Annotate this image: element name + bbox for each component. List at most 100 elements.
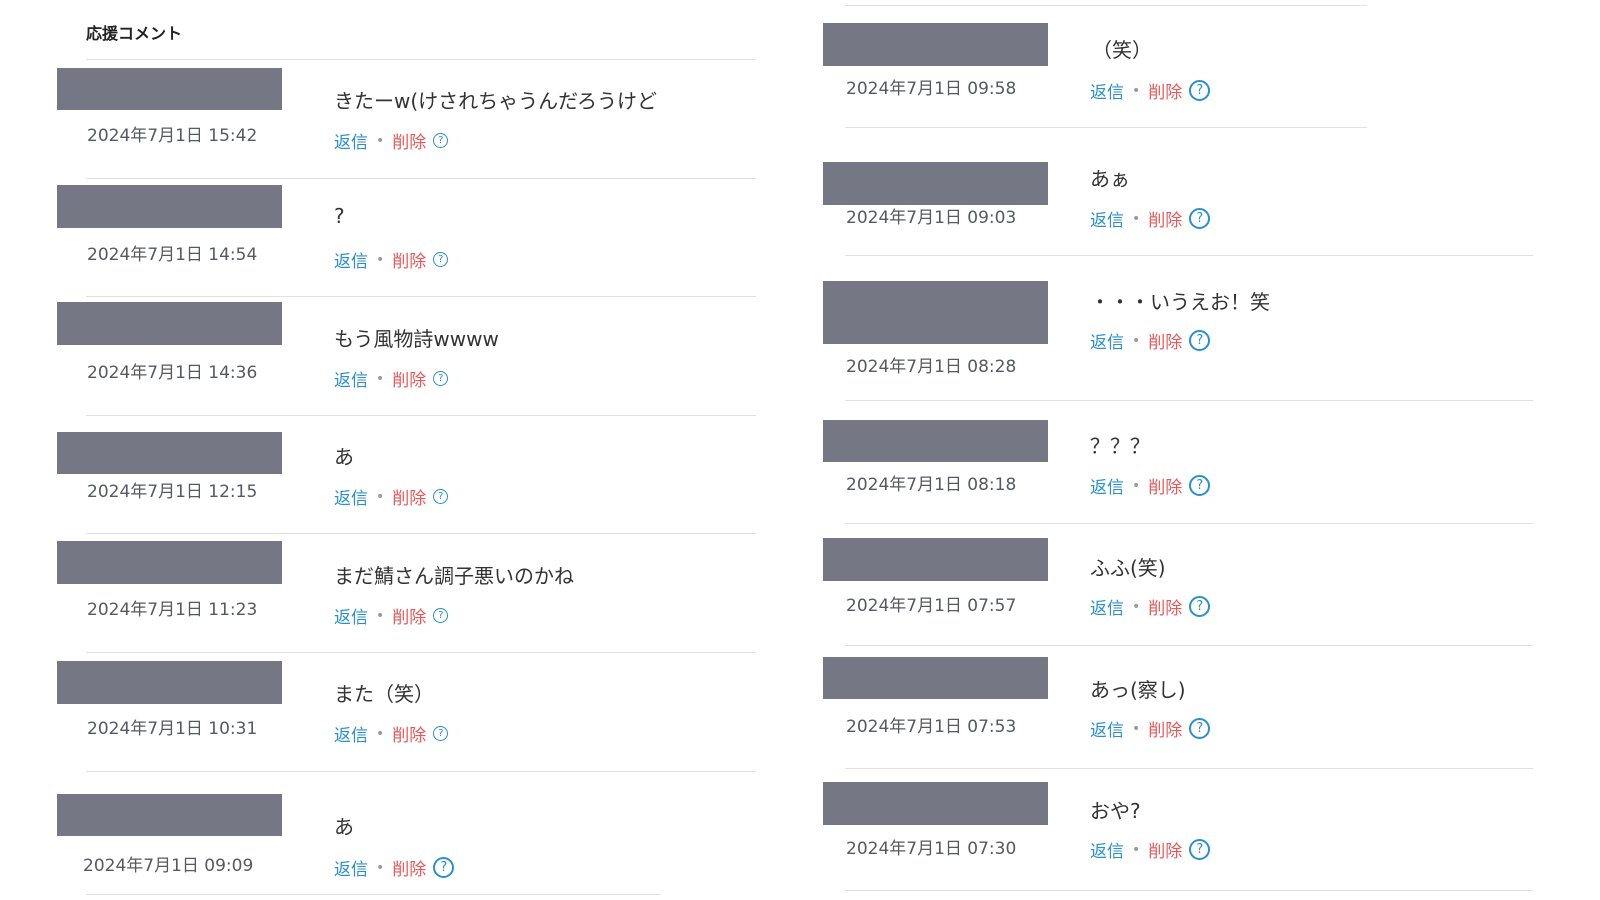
reply-link[interactable]: 返信 — [334, 247, 368, 272]
reply-link[interactable]: 返信 — [1090, 328, 1124, 353]
delete-link[interactable]: 削除 — [1148, 594, 1182, 619]
comment-date: 2024年7月1日 08:18 — [846, 475, 1017, 495]
help-icon[interactable]: ? — [433, 857, 455, 878]
comment-actions: 返信 • 削除 ? — [334, 484, 449, 509]
divider — [86, 296, 756, 297]
comment-text: あぁ — [1090, 167, 1130, 191]
delete-link[interactable]: 削除 — [392, 366, 426, 391]
help-icon[interactable]: ? — [433, 252, 449, 267]
divider — [86, 771, 756, 772]
delete-link[interactable]: 削除 — [1148, 837, 1182, 862]
redacted-user — [57, 68, 282, 110]
help-icon[interactable]: ? — [1189, 475, 1211, 496]
comment-actions: 返信 • 削除 ? — [334, 855, 455, 880]
redacted-user — [823, 657, 1048, 699]
comment-actions: 返信 • 削除 ? — [334, 721, 449, 746]
separator-dot: • — [1132, 82, 1141, 99]
help-icon[interactable]: ? — [1189, 839, 1211, 860]
delete-link[interactable]: 削除 — [392, 855, 426, 880]
redacted-user — [823, 420, 1048, 462]
reply-link[interactable]: 返信 — [1090, 716, 1124, 741]
comment-date: 2024年7月1日 09:09 — [83, 856, 254, 876]
divider — [845, 768, 1533, 769]
delete-link[interactable]: 削除 — [392, 484, 426, 509]
comment-actions: 返信 • 削除 ? — [334, 603, 449, 628]
separator-dot: • — [1132, 598, 1141, 615]
comment-date: 2024年7月1日 08:28 — [846, 357, 1017, 377]
help-icon[interactable]: ? — [433, 489, 449, 504]
divider — [845, 5, 1367, 6]
divider — [86, 652, 756, 653]
delete-link[interactable]: 削除 — [392, 721, 426, 746]
comment-text: ? — [334, 204, 345, 228]
section-heading: 応援コメント — [86, 24, 183, 43]
reply-link[interactable]: 返信 — [334, 484, 368, 509]
reply-link[interactable]: 返信 — [1090, 594, 1124, 619]
delete-link[interactable]: 削除 — [392, 603, 426, 628]
help-icon[interactable]: ? — [433, 726, 449, 741]
separator-dot: • — [1132, 332, 1141, 349]
comment-text: ？？？ — [1090, 434, 1150, 458]
reply-link[interactable]: 返信 — [334, 128, 368, 153]
reply-link[interactable]: 返信 — [1090, 206, 1124, 231]
comment-text: あ — [334, 445, 354, 469]
reply-link[interactable]: 返信 — [1090, 837, 1124, 862]
comment-text: また（笑） — [334, 682, 434, 706]
delete-link[interactable]: 削除 — [1148, 328, 1182, 353]
comment-date: 2024年7月1日 07:57 — [846, 596, 1017, 616]
help-icon[interactable]: ? — [433, 133, 449, 148]
redacted-user — [57, 432, 282, 474]
divider — [86, 533, 756, 534]
delete-link[interactable]: 削除 — [1148, 473, 1182, 498]
comment-date: 2024年7月1日 11:23 — [87, 600, 258, 620]
help-icon[interactable]: ? — [1189, 596, 1211, 617]
separator-dot: • — [376, 251, 385, 268]
reply-link[interactable]: 返信 — [1090, 473, 1124, 498]
delete-link[interactable]: 削除 — [1148, 716, 1182, 741]
reply-link[interactable]: 返信 — [334, 855, 368, 880]
separator-dot: • — [376, 725, 385, 742]
help-icon[interactable]: ? — [1189, 80, 1211, 101]
help-icon[interactable]: ? — [1189, 330, 1211, 351]
divider — [86, 894, 660, 895]
comment-date: 2024年7月1日 12:15 — [87, 482, 258, 502]
redacted-user — [823, 782, 1048, 825]
reply-link[interactable]: 返信 — [334, 603, 368, 628]
comment-actions: 返信 • 削除 ? — [334, 366, 449, 391]
redacted-user — [57, 302, 282, 345]
comment-actions: 返信 • 削除 ? — [1090, 78, 1211, 103]
reply-link[interactable]: 返信 — [334, 721, 368, 746]
divider — [845, 890, 1533, 891]
reply-link[interactable]: 返信 — [334, 366, 368, 391]
comment-date: 2024年7月1日 14:54 — [87, 245, 258, 265]
separator-dot: • — [376, 488, 385, 505]
comment-actions: 返信 • 削除 ? — [334, 128, 449, 153]
comment-actions: 返信 • 削除 ? — [1090, 206, 1211, 231]
separator-dot: • — [1132, 720, 1141, 737]
help-icon[interactable]: ? — [1189, 718, 1211, 739]
delete-link[interactable]: 削除 — [1148, 78, 1182, 103]
comment-actions: 返信 • 削除 ? — [1090, 328, 1211, 353]
delete-link[interactable]: 削除 — [392, 247, 426, 272]
comment-text: まだ鯖さん調子悪いのかね — [334, 564, 574, 588]
redacted-user — [57, 541, 282, 584]
comment-text: （笑） — [1092, 38, 1152, 62]
reply-link[interactable]: 返信 — [1090, 78, 1124, 103]
comment-date: 2024年7月1日 07:53 — [846, 717, 1017, 737]
help-icon[interactable]: ? — [1189, 208, 1211, 229]
delete-link[interactable]: 削除 — [392, 128, 426, 153]
comment-actions: 返信 • 削除 ? — [1090, 716, 1211, 741]
comment-actions: 返信 • 削除 ? — [1090, 837, 1211, 862]
separator-dot: • — [1132, 210, 1141, 227]
divider — [86, 59, 756, 60]
separator-dot: • — [1132, 841, 1141, 858]
delete-link[interactable]: 削除 — [1148, 206, 1182, 231]
comment-actions: 返信 • 削除 ? — [334, 247, 449, 272]
help-icon[interactable]: ? — [433, 371, 449, 386]
separator-dot: • — [376, 607, 385, 624]
comment-text: あっ(察し) — [1090, 678, 1186, 702]
redacted-user — [823, 23, 1048, 66]
divider — [845, 400, 1533, 401]
comment-date: 2024年7月1日 10:31 — [87, 719, 258, 739]
help-icon[interactable]: ? — [433, 608, 449, 623]
